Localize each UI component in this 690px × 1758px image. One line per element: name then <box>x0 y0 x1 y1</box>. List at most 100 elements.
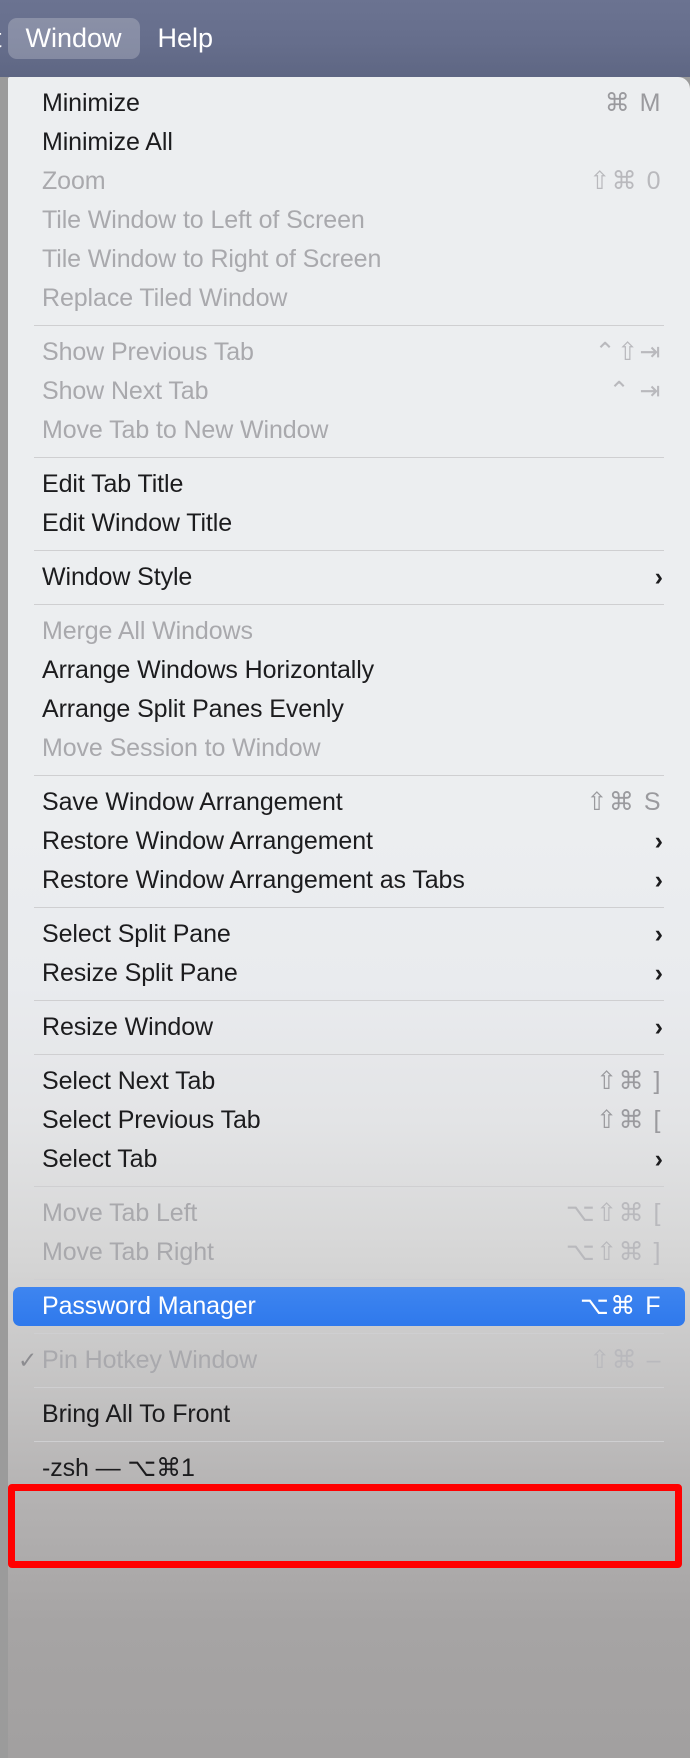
menu-item-shortcut: ⇧⌘ ] <box>596 1067 662 1095</box>
menu-item-move-tab-left: Move Tab Left ⌥⇧⌘ [ <box>8 1194 690 1233</box>
menu-item-list: Minimize ⌘ M Minimize All Zoom ⇧⌘ 0 Tile Wind… <box>8 77 690 1488</box>
menu-separator <box>34 1387 664 1388</box>
menu-item-select-next-tab[interactable]: Select Next Tab ⇧⌘ ] <box>8 1062 690 1101</box>
chevron-right-icon: › <box>654 920 663 948</box>
menu-item-resize-split-pane[interactable]: Resize Split Pane › <box>8 954 690 993</box>
menu-item-label: Resize Window <box>42 1013 213 1041</box>
menu-item-shortcut: ⌥⇧⌘ [ <box>565 1199 662 1227</box>
menu-item-shortcut: ⌃⇧⇥ <box>594 338 662 366</box>
menu-item-save-window-arrangement[interactable]: Save Window Arrangement ⇧⌘ S <box>8 783 690 822</box>
menu-item-shortcut: ⇧⌘ S <box>586 788 662 816</box>
menu-separator <box>34 1000 664 1001</box>
menu-item-label: Restore Window Arrangement as Tabs <box>42 866 465 894</box>
menu-item-select-split-pane[interactable]: Select Split Pane › <box>8 915 690 954</box>
menu-separator <box>34 325 664 326</box>
menu-item-label: Move Tab to New Window <box>42 416 329 444</box>
menu-item-label: Select Next Tab <box>42 1067 216 1095</box>
menu-separator <box>34 457 664 458</box>
menu-item-label: Window Style <box>42 563 193 591</box>
menu-item-shortcut: ⌘ M <box>604 89 662 117</box>
menu-item-restore-window-arrangement[interactable]: Restore Window Arrangement › <box>8 822 690 861</box>
menu-separator <box>34 1279 664 1280</box>
menu-separator <box>34 604 664 605</box>
menu-item-label: Select Split Pane <box>42 920 231 948</box>
menu-item-pin-hotkey-window: ✓ Pin Hotkey Window ⇧⌘ – <box>8 1341 690 1380</box>
menu-item-resize-window[interactable]: Resize Window › <box>8 1008 690 1047</box>
menu-separator <box>34 550 664 551</box>
menu-item-label: Edit Window Title <box>42 509 233 537</box>
menu-item-select-previous-tab[interactable]: Select Previous Tab ⇧⌘ [ <box>8 1101 690 1140</box>
menu-separator <box>34 775 664 776</box>
menu-item-tile-window-to-right-of-screen: Tile Window to Right of Screen <box>8 240 690 279</box>
menu-item-bring-all-to-front[interactable]: Bring All To Front <box>8 1395 690 1434</box>
chevron-right-icon: › <box>654 959 663 987</box>
menu-item-zsh-1[interactable]: -zsh — ⌥⌘1 <box>8 1449 690 1488</box>
menu-item-move-tab-right: Move Tab Right ⌥⇧⌘ ] <box>8 1233 690 1272</box>
menu-item-minimize[interactable]: Minimize ⌘ M <box>8 84 690 123</box>
menu-item-label: Save Window Arrangement <box>42 788 343 816</box>
menu-item-edit-window-title[interactable]: Edit Window Title <box>8 504 690 543</box>
menu-item-arrange-split-panes-evenly[interactable]: Arrange Split Panes Evenly <box>8 690 690 729</box>
menu-item-label: Show Previous Tab <box>42 338 254 366</box>
menu-item-label: -zsh — ⌥⌘1 <box>42 1454 195 1482</box>
menu-item-label: Resize Split Pane <box>42 959 238 987</box>
menu-separator <box>34 1186 664 1187</box>
menu-item-label: Show Next Tab <box>42 377 209 405</box>
menu-item-label: Restore Window Arrangement <box>42 827 373 855</box>
chevron-right-icon: › <box>654 827 663 855</box>
menu-item-minimize-all[interactable]: Minimize All <box>8 123 690 162</box>
menu-item-shortcut: ⌥⌘ F <box>579 1292 662 1320</box>
menu-item-label: Arrange Windows Horizontally <box>42 656 375 684</box>
menu-item-show-previous-tab: Show Previous Tab ⌃⇧⇥ <box>8 333 690 372</box>
menu-item-arrange-windows-horizontally[interactable]: Arrange Windows Horizontally <box>8 651 690 690</box>
menu-item-label: Move Tab Right <box>42 1238 214 1266</box>
menu-item-label: Move Tab Left <box>42 1199 198 1227</box>
menu-item-move-tab-to-new-window: Move Tab to New Window <box>8 411 690 450</box>
menu-item-merge-all-windows: Merge All Windows <box>8 612 690 651</box>
menu-item-label: Minimize <box>42 89 140 117</box>
menu-item-label: Select Tab <box>42 1145 158 1173</box>
menubar-item-window[interactable]: Window <box>7 18 140 59</box>
menu-item-replace-tiled-window: Replace Tiled Window <box>8 279 690 318</box>
menu-item-label: Password Manager <box>42 1292 256 1320</box>
menubar-item-help[interactable]: Help <box>140 18 232 59</box>
menu-item-label: Zoom <box>42 167 106 195</box>
menu-item-shortcut: ⌃ ⇥ <box>608 377 662 405</box>
menu-item-label: Move Session to Window <box>42 734 321 762</box>
chevron-right-icon: › <box>654 866 663 894</box>
menu-item-label: Replace Tiled Window <box>42 284 288 312</box>
menu-bar: t Window Help <box>0 0 690 77</box>
menu-item-move-session-to-window: Move Session to Window <box>8 729 690 768</box>
menu-item-label: Tile Window to Left of Screen <box>42 206 365 234</box>
checkmark-icon: ✓ <box>18 1347 38 1373</box>
menu-item-label: Edit Tab Title <box>42 470 184 498</box>
menu-item-label: Minimize All <box>42 128 173 156</box>
menu-item-edit-tab-title[interactable]: Edit Tab Title <box>8 465 690 504</box>
menu-separator <box>34 907 664 908</box>
menu-item-shortcut: ⇧⌘ – <box>589 1346 662 1374</box>
menu-item-password-manager[interactable]: Password Manager ⌥⌘ F <box>13 1287 685 1326</box>
menu-item-label: Tile Window to Right of Screen <box>42 245 382 273</box>
menu-item-shortcut: ⇧⌘ 0 <box>589 167 662 195</box>
menu-item-tile-window-to-left-of-screen: Tile Window to Left of Screen <box>8 201 690 240</box>
menu-item-label: Bring All To Front <box>42 1400 231 1428</box>
chevron-right-icon: › <box>654 1145 663 1173</box>
menu-item-label: Pin Hotkey Window <box>42 1346 258 1374</box>
menu-separator <box>34 1054 664 1055</box>
menu-item-label: Arrange Split Panes Evenly <box>42 695 344 723</box>
menu-item-window-style[interactable]: Window Style › <box>8 558 690 597</box>
menu-item-shortcut: ⌥⇧⌘ ] <box>565 1238 662 1266</box>
menu-item-zoom: Zoom ⇧⌘ 0 <box>8 162 690 201</box>
screen: t Window Help Minimize ⌘ M Minimize All Zoo… <box>0 0 690 1758</box>
menu-item-show-next-tab: Show Next Tab ⌃ ⇥ <box>8 372 690 411</box>
menu-item-restore-window-arrangement-as-tabs[interactable]: Restore Window Arrangement as Tabs › <box>8 861 690 900</box>
menu-separator <box>34 1333 664 1334</box>
chevron-right-icon: › <box>654 563 663 591</box>
menu-item-select-tab[interactable]: Select Tab › <box>8 1140 690 1179</box>
menu-item-label: Merge All Windows <box>42 617 253 645</box>
chevron-right-icon: › <box>654 1013 663 1041</box>
menu-item-label: Select Previous Tab <box>42 1106 261 1134</box>
window-menu-panel: Minimize ⌘ M Minimize All Zoom ⇧⌘ 0 Tile Wind… <box>8 77 690 1758</box>
menubar-item-truncated[interactable]: t <box>0 18 2 59</box>
menu-item-shortcut: ⇧⌘ [ <box>596 1106 662 1134</box>
